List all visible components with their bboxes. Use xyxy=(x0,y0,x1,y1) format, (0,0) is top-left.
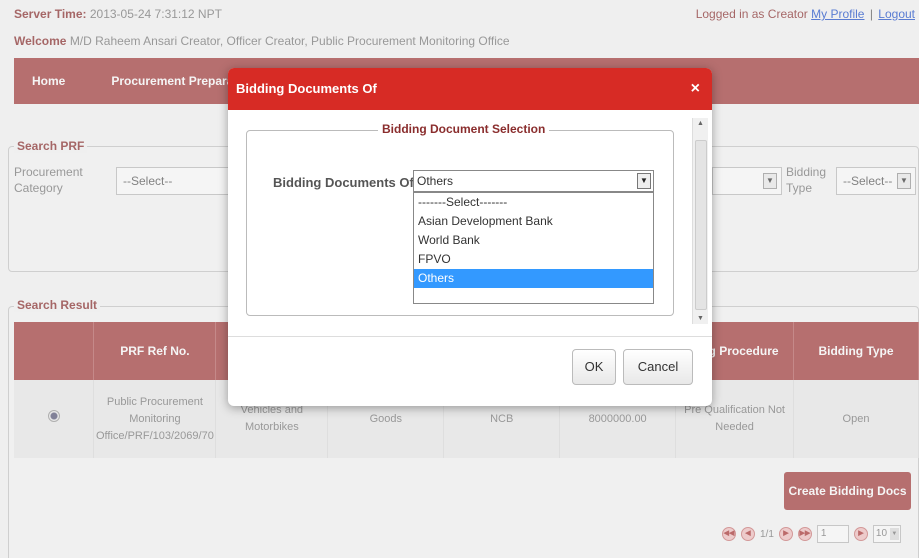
bidding-documents-of-select[interactable]: Others ▼ xyxy=(413,170,654,192)
modal-footer: OK Cancel xyxy=(228,336,712,406)
dropdown-option-world-bank[interactable]: World Bank xyxy=(414,231,653,250)
bidding-document-selection-legend: Bidding Document Selection xyxy=(378,122,550,136)
scroll-thumb[interactable] xyxy=(695,140,707,310)
bidding-documents-of-label: Bidding Documents Of xyxy=(273,175,414,190)
bidding-document-selection-fieldset: Bidding Document Selection Bidding Docum… xyxy=(246,122,674,316)
dropdown-option-select[interactable]: -------Select------- xyxy=(414,193,653,212)
dropdown-option-others[interactable]: Others xyxy=(414,269,653,288)
chevron-down-icon[interactable]: ▼ xyxy=(637,173,651,189)
modal-body: Bidding Document Selection Bidding Docum… xyxy=(228,110,712,336)
cancel-button[interactable]: Cancel xyxy=(623,349,693,385)
close-icon[interactable]: × xyxy=(691,68,700,110)
dropdown-option-fpvo[interactable]: FPVO xyxy=(414,250,653,269)
scroll-down-icon[interactable]: ▼ xyxy=(697,315,704,322)
selected-value: Others xyxy=(417,174,454,188)
scroll-up-icon[interactable]: ▲ xyxy=(697,120,704,127)
bidding-documents-dropdown: -------Select------- Asian Development B… xyxy=(413,192,654,304)
modal-header: Bidding Documents Of × xyxy=(228,68,712,110)
ok-button[interactable]: OK xyxy=(572,349,616,385)
bidding-documents-modal: Bidding Documents Of × Bidding Document … xyxy=(228,68,712,406)
modal-title: Bidding Documents Of xyxy=(236,81,377,96)
page: Server Time: 2013-05-24 7:31:12 NPT Logg… xyxy=(0,0,919,558)
dropdown-option-adb[interactable]: Asian Development Bank xyxy=(414,212,653,231)
modal-scrollbar[interactable]: ▲ ▼ xyxy=(692,118,708,324)
